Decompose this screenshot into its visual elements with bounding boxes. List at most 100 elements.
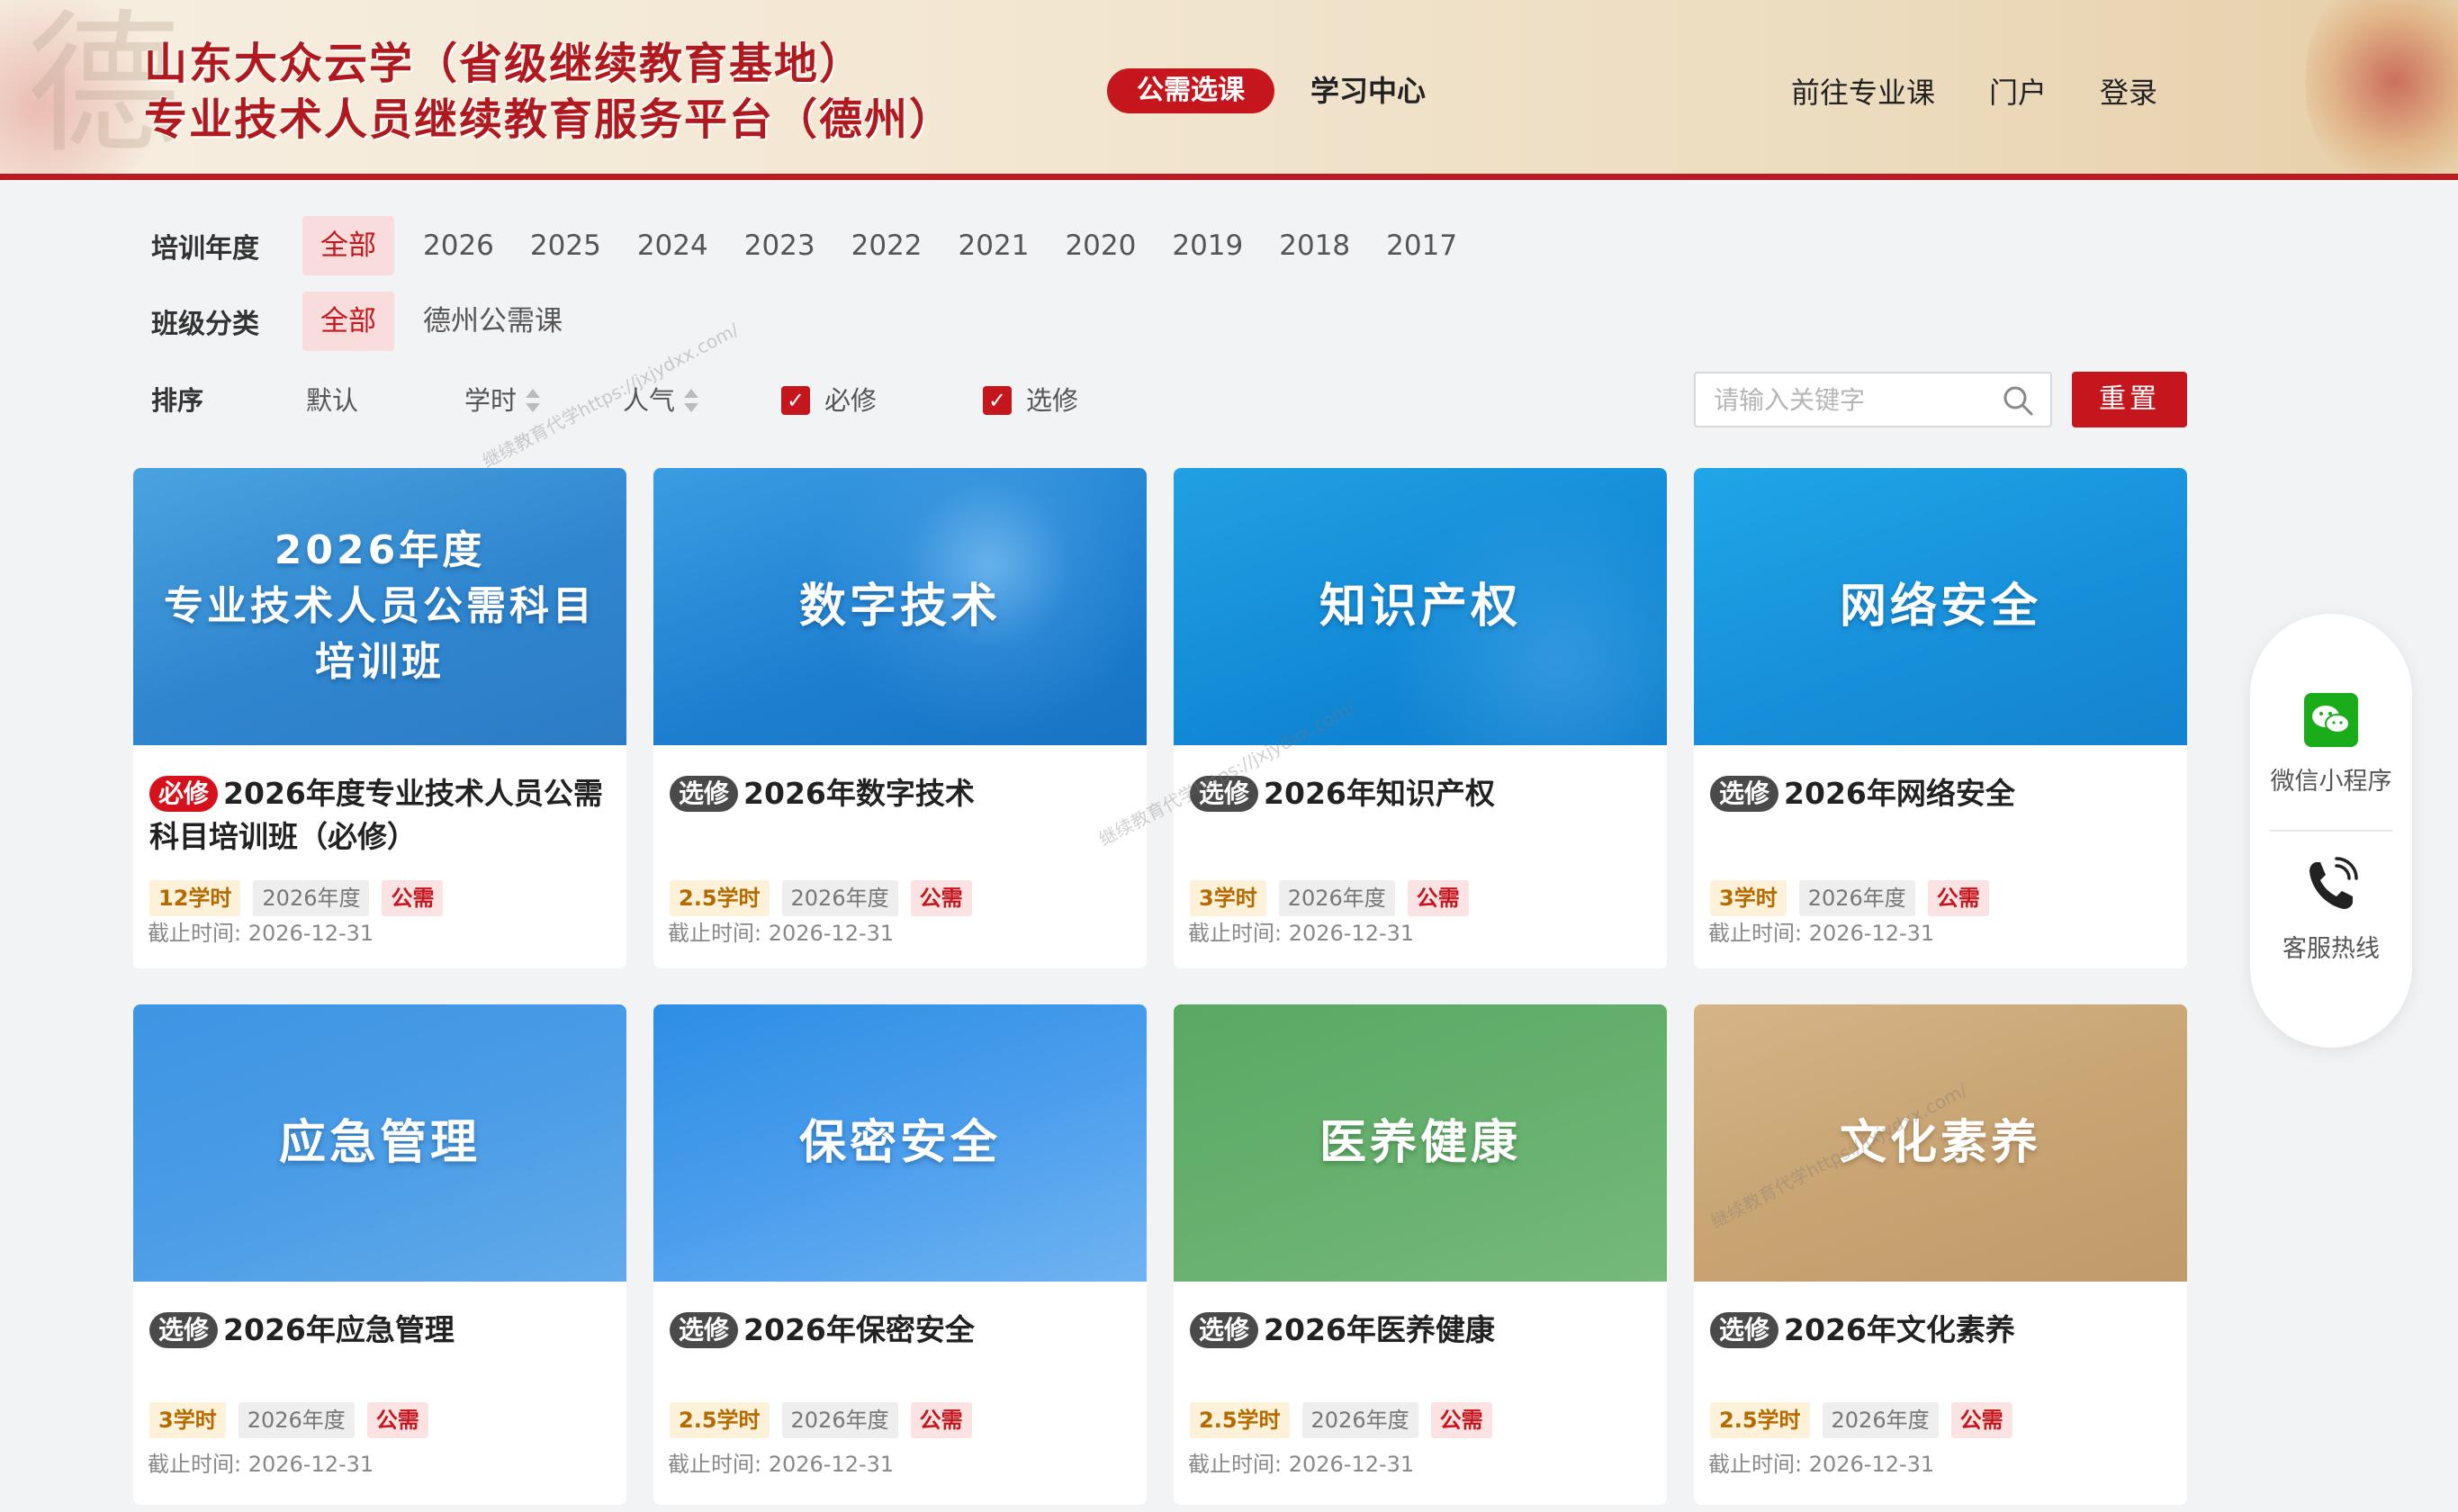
year-option-2023[interactable]: 2023 bbox=[726, 216, 833, 275]
course-card[interactable]: 数字技术 选修 2026年数字技术 2.5学时 2026年度 公需 截止时间: 2… bbox=[653, 468, 1147, 968]
class-option-dezhou-public[interactable]: 德州公需课 bbox=[405, 292, 581, 351]
course-tags: 12学时 2026年度 公需 bbox=[149, 880, 455, 916]
course-card[interactable]: 文化素养 选修 2026年文化素养 2.5学时 2026年度 公需 截止时间: 2… bbox=[1694, 1004, 2187, 1505]
optional-label: 选修 bbox=[1026, 385, 1079, 416]
year-option-2018[interactable]: 2018 bbox=[1261, 216, 1368, 275]
course-title-text: 2026年度专业技术人员公需科目培训班（必修） bbox=[149, 776, 603, 854]
course-title: 必修 2026年度专业技术人员公需科目培训班（必修） bbox=[149, 772, 608, 859]
course-title-text: 2026年文化素养 bbox=[1784, 1312, 2015, 1347]
nav-professional-courses[interactable]: 前往专业课 bbox=[1791, 72, 1935, 113]
sort-arrows-icon bbox=[684, 387, 699, 414]
course-tags: 2.5学时 2026年度 公需 bbox=[1190, 1402, 1505, 1438]
nav-login[interactable]: 登录 bbox=[2100, 72, 2157, 113]
year-option-2021[interactable]: 2021 bbox=[941, 216, 1048, 275]
required-badge: 必修 bbox=[149, 776, 219, 812]
class-option-all[interactable]: 全部 bbox=[302, 292, 394, 351]
course-banner: 网络安全 bbox=[1694, 468, 2187, 745]
optional-badge: 选修 bbox=[1710, 1312, 1779, 1348]
year-option-2022[interactable]: 2022 bbox=[833, 216, 941, 275]
course-banner-title: 2026年度 专业技术人员公需科目 培训班 bbox=[164, 527, 596, 685]
course-banner-title: 知识产权 bbox=[1319, 580, 1521, 634]
course-tags: 3学时 2026年度 公需 bbox=[149, 1402, 441, 1438]
sort-hours-label: 学时 bbox=[464, 385, 518, 416]
hours-tag: 3学时 bbox=[149, 1402, 226, 1438]
hotline-label: 客服热线 bbox=[2282, 935, 2380, 963]
course-card[interactable]: 医养健康 选修 2026年医养健康 2.5学时 2026年度 公需 截止时间: 2… bbox=[1174, 1004, 1667, 1505]
brand-line1: 山东大众云学（省级继续教育基地） bbox=[144, 39, 865, 89]
year-filter-label: 培训年度 bbox=[151, 233, 259, 265]
wechat-icon bbox=[2304, 693, 2358, 747]
required-label: 必修 bbox=[824, 385, 878, 416]
course-card[interactable]: 保密安全 选修 2026年保密安全 2.5学时 2026年度 公需 截止时间: 2… bbox=[653, 1004, 1147, 1505]
course-tags: 2.5学时 2026年度 公需 bbox=[1710, 1402, 2025, 1438]
course-tags: 3学时 2026年度 公需 bbox=[1190, 880, 1481, 916]
course-card[interactable]: 2026年度 专业技术人员公需科目 培训班 必修 2026年度专业技术人员公需科目… bbox=[133, 468, 626, 968]
course-banner-title: 医养健康 bbox=[1319, 1116, 1521, 1170]
year-tag: 2026年度 bbox=[1822, 1402, 1939, 1438]
hours-tag: 2.5学时 bbox=[670, 1402, 770, 1438]
customer-hotline-button[interactable]: 客服热线 bbox=[2250, 857, 2412, 964]
course-deadline: 截止时间: 2026-12-31 bbox=[1188, 921, 1415, 946]
year-option-2019[interactable]: 2019 bbox=[1154, 216, 1261, 275]
course-title: 选修 2026年网络安全 bbox=[1710, 772, 2169, 815]
year-tag: 2026年度 bbox=[253, 880, 370, 916]
hours-tag: 3学时 bbox=[1710, 880, 1787, 916]
keyword-search-box bbox=[1694, 372, 2052, 428]
year-option-2024[interactable]: 2024 bbox=[619, 216, 726, 275]
public-tag: 公需 bbox=[1407, 880, 1469, 916]
site-logo-title[interactable]: 山东大众云学（省级继续教育基地） 专业技术人员继续教育服务平台（德州） bbox=[144, 36, 954, 148]
year-tag: 2026年度 bbox=[1798, 880, 1915, 916]
public-tag: 公需 bbox=[1927, 880, 1989, 916]
course-deadline: 截止时间: 2026-12-31 bbox=[668, 921, 895, 946]
course-title-text: 2026年应急管理 bbox=[223, 1312, 455, 1347]
year-option-2026[interactable]: 2026 bbox=[405, 216, 512, 275]
course-banner-title: 网络安全 bbox=[1839, 580, 2041, 634]
keyword-search-input[interactable] bbox=[1714, 374, 1984, 426]
sort-label: 排序 bbox=[151, 385, 204, 416]
year-option-2025[interactable]: 2025 bbox=[512, 216, 619, 275]
course-title: 选修 2026年应急管理 bbox=[149, 1309, 608, 1352]
public-tag: 公需 bbox=[366, 1402, 428, 1438]
course-banner: 数字技术 bbox=[653, 468, 1147, 745]
year-option-2020[interactable]: 2020 bbox=[1047, 216, 1154, 275]
header-decoration-right bbox=[2305, 0, 2458, 174]
wechat-miniprogram-button[interactable]: 微信小程序 bbox=[2250, 693, 2412, 796]
course-title-text: 2026年医养健康 bbox=[1264, 1312, 1495, 1347]
hours-tag: 2.5学时 bbox=[1710, 1402, 1810, 1438]
course-banner: 2026年度 专业技术人员公需科目 培训班 bbox=[133, 468, 626, 745]
course-tags: 2.5学时 2026年度 公需 bbox=[670, 880, 985, 916]
wechat-label: 微信小程序 bbox=[2270, 768, 2392, 796]
year-option-all[interactable]: 全部 bbox=[302, 216, 394, 275]
public-tag: 公需 bbox=[1430, 1402, 1492, 1438]
course-deadline: 截止时间: 2026-12-31 bbox=[1708, 921, 1935, 946]
sort-by-hours[interactable]: 学时 bbox=[464, 382, 541, 418]
course-card[interactable]: 知识产权 选修 2026年知识产权 3学时 2026年度 公需 截止时间: 202… bbox=[1174, 468, 1667, 968]
course-card[interactable]: 网络安全 选修 2026年网络安全 3学时 2026年度 公需 截止时间: 202… bbox=[1694, 468, 2187, 968]
year-tag: 2026年度 bbox=[1301, 1402, 1418, 1438]
course-title: 选修 2026年保密安全 bbox=[670, 1309, 1129, 1352]
panel-divider bbox=[2270, 830, 2392, 832]
year-option-2017[interactable]: 2017 bbox=[1368, 216, 1475, 275]
nav-public-course-selection[interactable]: 公需选课 bbox=[1107, 68, 1274, 113]
course-banner-title: 保密安全 bbox=[798, 1116, 1001, 1170]
course-banner: 知识产权 bbox=[1174, 468, 1667, 745]
search-icon[interactable] bbox=[2002, 384, 2034, 417]
floating-contact-panel: 微信小程序 客服热线 bbox=[2250, 614, 2412, 1048]
year-tag: 2026年度 bbox=[781, 1402, 898, 1438]
public-tag: 公需 bbox=[910, 1402, 972, 1438]
course-title: 选修 2026年知识产权 bbox=[1190, 772, 1649, 815]
filter-optional-checkbox[interactable]: ✓ 选修 bbox=[983, 382, 1078, 418]
nav-learning-center[interactable]: 学习中心 bbox=[1310, 70, 1426, 112]
course-banner-title: 数字技术 bbox=[798, 580, 1001, 634]
course-title: 选修 2026年医养健康 bbox=[1190, 1309, 1649, 1352]
course-banner: 保密安全 bbox=[653, 1004, 1147, 1282]
hours-tag: 2.5学时 bbox=[1190, 1402, 1290, 1438]
brand-line2: 专业技术人员继续教育服务平台（德州） bbox=[144, 94, 955, 145]
checkbox-checked-icon: ✓ bbox=[781, 386, 810, 415]
nav-portal[interactable]: 门户 bbox=[1989, 72, 2047, 113]
reset-button[interactable]: 重置 bbox=[2072, 372, 2187, 428]
filter-required-checkbox[interactable]: ✓ 必修 bbox=[781, 382, 877, 418]
sort-default[interactable]: 默认 bbox=[306, 382, 358, 418]
course-card[interactable]: 应急管理 选修 2026年应急管理 3学时 2026年度 公需 截止时间: 202… bbox=[133, 1004, 626, 1505]
optional-badge: 选修 bbox=[670, 776, 739, 812]
